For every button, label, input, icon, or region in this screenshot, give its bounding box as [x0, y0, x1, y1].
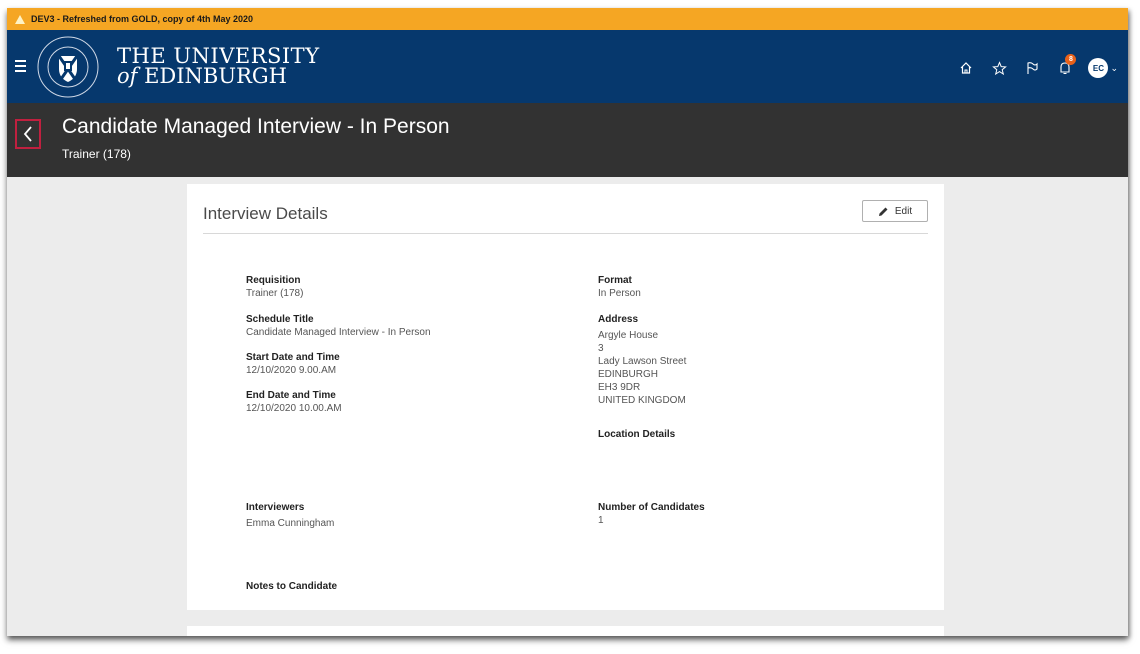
notifications-bell-icon[interactable]: 8 [1055, 54, 1077, 78]
field-location-details: Location Details [598, 429, 676, 440]
field-end-date-time: End Date and Time 12/10/2020 10.00.AM [246, 390, 342, 414]
field-start-date-time: Start Date and Time 12/10/2020 9.00.AM [246, 352, 340, 376]
notification-count-badge: 8 [1065, 54, 1077, 65]
page-title: Candidate Managed Interview - In Person [62, 115, 450, 138]
university-crest-logo[interactable] [37, 36, 99, 98]
edit-button-label: Edit [894, 205, 913, 217]
wordmark-line2: of EDINBURGH [117, 64, 287, 88]
divider [203, 233, 928, 234]
user-menu[interactable]: EC ⌄ [1088, 58, 1118, 78]
field-number-of-candidates: Number of Candidates 1 [598, 502, 705, 526]
pencil-icon [878, 207, 888, 216]
interview-details-card: Interview Details Edit Requisition Train… [187, 184, 944, 610]
wordmark-line1: THE UNIVERSITY [117, 44, 320, 68]
header-icon-group: 8 EC ⌄ [956, 54, 1128, 80]
watchlist-flag-icon[interactable] [1022, 58, 1042, 78]
warning-icon [15, 14, 25, 24]
field-interviewers: Interviewers Emma Cunningham [246, 502, 335, 529]
global-header: THE UNIVERSITY of EDINBURGH 8 EC ⌄ [7, 30, 1128, 103]
menu-icon[interactable] [15, 60, 26, 75]
back-button[interactable] [15, 119, 41, 149]
chevron-down-icon: ⌄ [1110, 62, 1118, 73]
edit-button[interactable]: Edit [862, 200, 928, 222]
field-notes-to-candidate: Notes to Candidate [246, 581, 338, 592]
environment-banner: DEV3 - Refreshed from GOLD, copy of 4th … [7, 8, 1128, 30]
favorites-star-icon[interactable] [989, 58, 1009, 78]
page-subtitle: Trainer (178) [62, 147, 131, 161]
page-title-bar: Candidate Managed Interview - In Person … [7, 103, 1128, 177]
university-wordmark[interactable]: THE UNIVERSITY of EDINBURGH [117, 44, 320, 88]
next-section-card [187, 626, 944, 636]
app-window: DEV3 - Refreshed from GOLD, copy of 4th … [7, 8, 1128, 636]
card-title: Interview Details [203, 204, 328, 223]
user-avatar: EC [1088, 58, 1109, 78]
home-icon[interactable] [956, 58, 976, 78]
field-requisition: Requisition Trainer (178) [246, 275, 304, 299]
field-address: Address Argyle House 3 Lady Lawson Stree… [598, 314, 687, 406]
chevron-left-icon [23, 126, 32, 142]
environment-banner-text: DEV3 - Refreshed from GOLD, copy of 4th … [31, 14, 254, 24]
field-schedule-title: Schedule Title Candidate Managed Intervi… [246, 314, 431, 338]
field-format: Format In Person [598, 275, 641, 299]
